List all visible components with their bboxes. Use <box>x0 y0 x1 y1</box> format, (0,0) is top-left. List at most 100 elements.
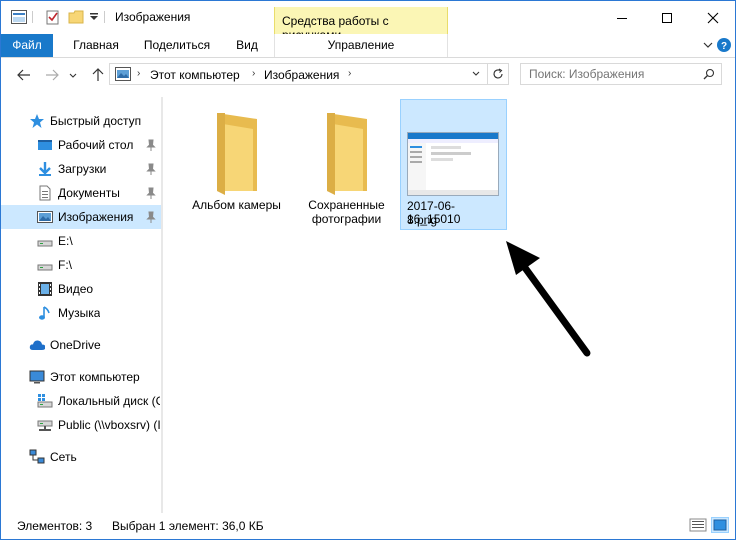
sidebar-item-downloads[interactable]: Загрузки <box>1 157 161 181</box>
selection-info: Выбран 1 элемент: 36,0 КБ <box>112 519 264 533</box>
sidebar-item-drive-e[interactable]: E:\ <box>1 229 161 253</box>
new-folder-icon[interactable] <box>68 9 84 25</box>
ribbon-tabs: Файл Главная Поделиться Вид Управление ? <box>1 34 735 58</box>
search-input[interactable] <box>529 67 699 81</box>
minimize-icon <box>616 17 627 19</box>
maximize-button[interactable] <box>644 1 689 34</box>
pin-icon[interactable] <box>146 187 156 199</box>
desktop-icon <box>38 140 52 150</box>
item-label-line: Сохраненные <box>308 198 385 212</box>
file-screenshot-png[interactable]: 2017-06-16_15010 8.png <box>400 99 507 230</box>
search-box[interactable] <box>520 63 722 85</box>
sidebar-item-pictures[interactable]: Изображения <box>1 205 161 229</box>
computer-icon <box>29 370 45 384</box>
title-bar: Изображения Средства работы с рисунками <box>1 1 735 42</box>
pictures-icon <box>37 211 53 223</box>
explorer-app-icon[interactable] <box>11 10 27 24</box>
item-label-line: 8.png <box>407 213 438 227</box>
svg-text:?: ? <box>721 41 727 52</box>
folder-icon <box>217 113 257 195</box>
breadcrumb-separator-icon: › <box>137 68 141 79</box>
close-button[interactable] <box>690 1 735 34</box>
sidebar-item-label: Документы <box>58 186 120 200</box>
item-label-line: фотографии <box>311 212 382 226</box>
music-note-icon <box>39 306 50 320</box>
properties-icon[interactable] <box>46 9 60 25</box>
address-bar[interactable]: › Этот компьютер › Изображения › <box>109 63 509 85</box>
pin-icon[interactable] <box>146 139 156 151</box>
details-view-button[interactable] <box>689 517 707 533</box>
sidebar-item-label: E:\ <box>58 234 73 248</box>
sidebar-item-videos[interactable]: Видео <box>1 277 161 301</box>
folder-camera-roll[interactable]: Альбом камеры <box>183 99 290 231</box>
tab-file[interactable]: Файл <box>1 34 53 57</box>
window-title: Изображения <box>115 10 191 24</box>
sidebar-item-network[interactable]: Сеть <box>1 445 161 469</box>
sidebar-item-onedrive[interactable]: OneDrive <box>1 333 161 357</box>
arrow-right-icon <box>46 69 59 81</box>
breadcrumb-pictures[interactable]: Изображения <box>264 68 339 82</box>
sidebar-item-label: Public (\\vboxsrv) (I <box>58 418 160 432</box>
sidebar-item-label: Этот компьютер <box>50 370 140 384</box>
star-icon <box>30 114 44 128</box>
breadcrumb-separator-icon: › <box>252 68 256 79</box>
breadcrumb-this-pc[interactable]: Этот компьютер <box>150 68 240 82</box>
cloud-icon <box>29 340 45 350</box>
sidebar-item-network-drive[interactable]: Public (\\vboxsrv) (I <box>1 413 161 437</box>
recent-locations-button[interactable] <box>67 66 79 84</box>
up-button[interactable] <box>89 66 107 84</box>
pin-icon[interactable] <box>146 163 156 175</box>
address-history-button[interactable] <box>466 64 486 84</box>
navigation-scrollbar[interactable] <box>161 97 163 513</box>
sidebar-item-label: Сеть <box>50 450 77 464</box>
navigation-pane: Быстрый доступ Рабочий стол Загрузки Док… <box>1 97 166 513</box>
item-label: Альбом камеры <box>192 198 281 212</box>
tab-home[interactable]: Главная <box>63 34 129 57</box>
sidebar-item-label: F:\ <box>58 258 72 272</box>
folder-icon <box>327 113 367 195</box>
chevron-down-icon <box>703 42 713 48</box>
sidebar-item-quick-access[interactable]: Быстрый доступ <box>1 109 161 133</box>
large-icons-view-icon <box>713 519 727 531</box>
network-icon <box>29 449 45 464</box>
back-button[interactable] <box>15 66 33 84</box>
explorer-window: Изображения Средства работы с рисунками … <box>0 0 736 540</box>
windows-drive-icon <box>37 394 53 408</box>
sidebar-item-drive-f[interactable]: F:\ <box>1 253 161 277</box>
image-thumbnail <box>407 132 499 196</box>
sidebar-item-label: OneDrive <box>50 338 101 352</box>
sidebar-item-label: Быстрый доступ <box>50 114 142 128</box>
pin-icon[interactable] <box>146 211 156 223</box>
drive-icon <box>37 264 53 271</box>
arrow-up-icon <box>92 68 104 81</box>
sidebar-item-label: Видео <box>58 282 94 296</box>
picture-tools-group: Средства работы с рисунками <box>274 7 448 42</box>
drive-icon <box>37 240 53 247</box>
sidebar-item-label: Рабочий стол <box>58 138 134 152</box>
help-icon: ? <box>721 41 727 52</box>
refresh-icon <box>493 68 503 79</box>
sidebar-item-label: Загрузки <box>58 162 107 176</box>
help-button[interactable]: ? <box>717 38 731 52</box>
refresh-button[interactable] <box>487 64 508 84</box>
sidebar-item-drive-c[interactable]: Локальный диск (C <box>1 389 161 413</box>
status-bar: Элементов: 3 Выбран 1 элемент: 36,0 КБ <box>1 513 735 539</box>
tab-manage[interactable]: Управление <box>274 34 448 57</box>
customize-toolbar-icon[interactable] <box>89 12 99 22</box>
folder-saved-pictures[interactable]: Сохраненные фотографии <box>293 99 400 231</box>
sidebar-item-this-pc[interactable]: Этот компьютер <box>1 365 161 389</box>
sidebar-item-music[interactable]: Музыка <box>1 301 161 325</box>
tab-share[interactable]: Поделиться <box>137 34 217 57</box>
search-icon <box>703 68 715 80</box>
item-count: Элементов: 3 <box>17 519 93 533</box>
expand-ribbon-button[interactable] <box>701 38 715 52</box>
breadcrumb-separator-icon: › <box>348 68 352 79</box>
large-icons-view-button[interactable] <box>711 517 729 533</box>
forward-button[interactable] <box>43 66 61 84</box>
arrow-left-icon <box>17 69 30 81</box>
pictures-folder-icon <box>115 67 131 81</box>
sidebar-item-documents[interactable]: Документы <box>1 181 161 205</box>
sidebar-item-desktop[interactable]: Рабочий стол <box>1 133 161 157</box>
minimize-button[interactable] <box>599 1 644 34</box>
tab-view[interactable]: Вид <box>227 34 267 57</box>
